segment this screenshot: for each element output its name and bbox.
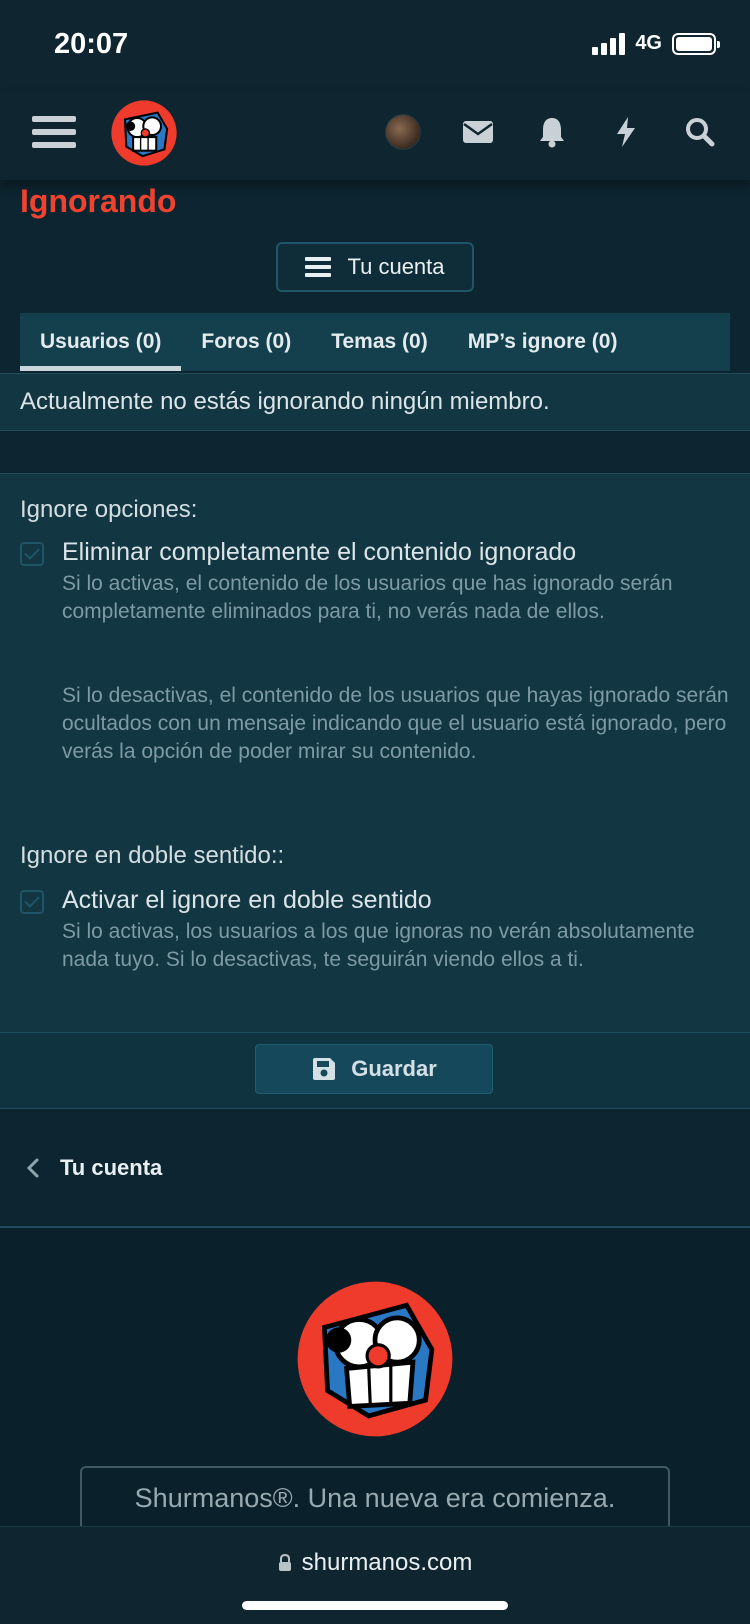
- site-logo[interactable]: [110, 99, 178, 167]
- account-button-label: Tu cuenta: [347, 254, 445, 279]
- tab-temas[interactable]: Temas (0): [311, 313, 447, 371]
- page-title: Ignorando: [20, 183, 177, 219]
- status-time: 20:07: [54, 28, 129, 60]
- remove-ignored-desc-1: Si lo activas, el contenido de los usuar…: [62, 572, 673, 623]
- breadcrumb[interactable]: Tu cuenta: [0, 1140, 750, 1196]
- empty-notice: Actualmente no estás ignorando ningún mi…: [0, 373, 750, 431]
- form-actions: Guardar: [0, 1033, 750, 1109]
- footer-logo: [297, 1281, 453, 1437]
- top-navbar: [0, 92, 750, 180]
- remove-ignored-desc-2: Si lo desactivas, el contenido de los us…: [62, 684, 729, 763]
- bolt-icon[interactable]: [606, 112, 646, 152]
- save-button[interactable]: Guardar: [255, 1044, 493, 1094]
- breadcrumb-label[interactable]: Tu cuenta: [60, 1155, 162, 1181]
- save-button-label: Guardar: [351, 1056, 437, 1081]
- tab-usuarios[interactable]: Usuarios (0): [20, 313, 182, 371]
- double-ignore-label[interactable]: Activar el ignore en doble sentido: [62, 886, 432, 915]
- account-menu-button[interactable]: Tu cuenta: [276, 242, 474, 292]
- double-ignore-desc: Si lo activas, los usuarios a los que ig…: [62, 920, 695, 971]
- search-icon[interactable]: [680, 112, 720, 152]
- double-ignore-heading: Ignore en doble sentido::: [20, 842, 285, 869]
- envelope-icon[interactable]: [458, 112, 498, 152]
- avatar[interactable]: [385, 114, 421, 150]
- ignore-options-panel: Ignore opciones: Eliminar completamente …: [0, 473, 750, 1033]
- footer: Shurmanos®. Una nueva era comienza.: [0, 1228, 750, 1528]
- network-type: 4G: [635, 32, 662, 54]
- floppy-disk-icon: [313, 1058, 336, 1080]
- footer-slogan: Shurmanos®. Una nueva era comienza.: [80, 1466, 670, 1528]
- tab-foros[interactable]: Foros (0): [181, 313, 311, 371]
- home-indicator[interactable]: [242, 1601, 508, 1610]
- chevron-left-icon: [26, 1158, 39, 1178]
- double-ignore-checkbox[interactable]: [20, 890, 44, 914]
- bell-icon[interactable]: [532, 112, 572, 152]
- battery-icon: [672, 32, 720, 55]
- menu-icon[interactable]: [32, 112, 76, 152]
- status-indicators: 4G: [592, 32, 720, 55]
- tab-bar: Usuarios (0) Foros (0) Temas (0) MP’s ig…: [20, 313, 730, 371]
- signal-icon: [592, 32, 626, 55]
- tab-mps-ignore[interactable]: MP’s ignore (0): [448, 313, 638, 371]
- url-text[interactable]: shurmanos.com: [302, 1549, 473, 1577]
- ignore-options-heading: Ignore opciones:: [20, 496, 198, 523]
- remove-ignored-checkbox[interactable]: [20, 542, 44, 566]
- browser-url-bar[interactable]: shurmanos.com: [0, 1526, 750, 1624]
- status-bar: 20:07 4G: [0, 0, 750, 92]
- menu-icon: [305, 257, 332, 277]
- lock-icon: [278, 1554, 291, 1571]
- remove-ignored-label[interactable]: Eliminar completamente el contenido igno…: [62, 538, 576, 567]
